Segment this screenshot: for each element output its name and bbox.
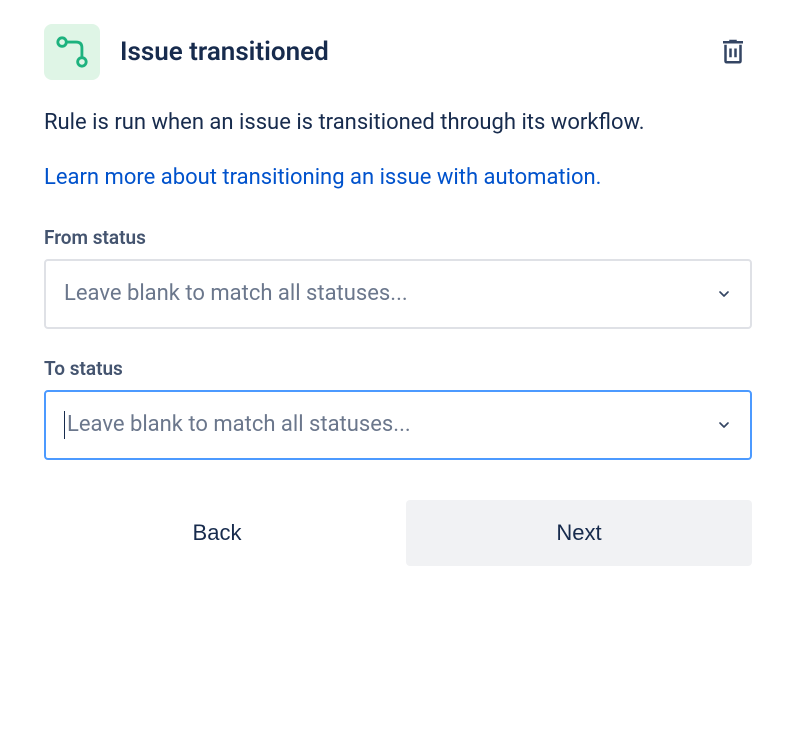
from-status-select-wrapper: Leave blank to match all statuses... xyxy=(44,259,752,329)
to-status-placeholder: Leave blank to match all statuses... xyxy=(67,412,411,437)
trigger-icon-box xyxy=(44,24,100,80)
delete-button[interactable] xyxy=(714,32,752,73)
trash-icon xyxy=(718,36,748,66)
back-button[interactable]: Back xyxy=(44,500,390,566)
description-text: Rule is run when an issue is transitione… xyxy=(44,108,752,139)
to-status-select[interactable]: Leave blank to match all statuses... xyxy=(44,390,752,460)
chevron-down-icon xyxy=(716,417,732,433)
transition-icon xyxy=(55,35,89,69)
from-status-field-group: From status Leave blank to match all sta… xyxy=(44,226,752,329)
learn-more-link[interactable]: Learn more about transitioning an issue … xyxy=(44,163,601,194)
header-row: Issue transitioned xyxy=(44,24,752,80)
from-status-placeholder: Leave blank to match all statuses... xyxy=(64,281,408,306)
from-status-label: From status xyxy=(44,226,752,249)
to-status-field-group: To status Leave blank to match all statu… xyxy=(44,357,752,460)
page-title: Issue transitioned xyxy=(120,37,694,67)
next-button[interactable]: Next xyxy=(406,500,752,566)
to-status-label: To status xyxy=(44,357,752,380)
text-cursor xyxy=(64,411,65,439)
chevron-down-icon xyxy=(716,286,732,302)
button-row: Back Next xyxy=(44,500,752,566)
to-status-select-wrapper: Leave blank to match all statuses... xyxy=(44,390,752,460)
from-status-select[interactable]: Leave blank to match all statuses... xyxy=(44,259,752,329)
